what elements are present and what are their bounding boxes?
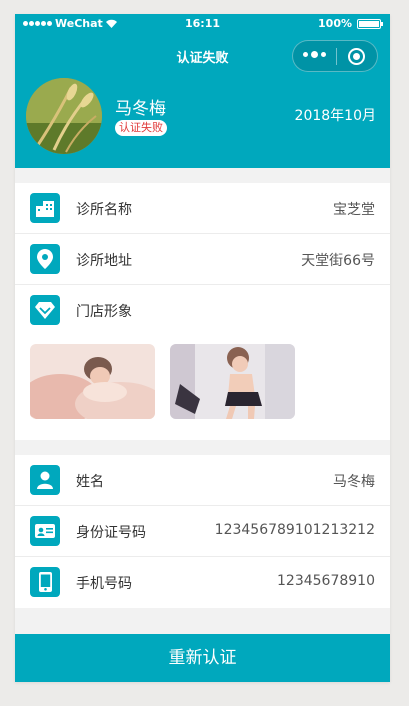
battery-area: 100% (318, 17, 383, 30)
personal-section: 姓名 马冬梅 身份证号码 123456789101213212 手机号码 123… (15, 455, 390, 608)
user-name: 马冬梅 (115, 99, 166, 119)
header: WeChat 16:11 100% 认证失败 马冬梅 认证失败 2018年10月 (15, 14, 390, 168)
store-photos (15, 336, 390, 440)
more-icon[interactable] (303, 51, 326, 58)
user-icon (30, 465, 60, 495)
status-bar: WeChat 16:11 100% (15, 14, 390, 34)
diamond-icon (30, 295, 60, 325)
id-number-value: 123456789101213212 (214, 522, 375, 538)
re-authenticate-button[interactable]: 重新认证 (15, 634, 390, 682)
clinic-address-row: 诊所地址 天堂街66号 (15, 234, 390, 285)
clinic-address-value: 天堂街66号 (301, 253, 375, 269)
avatar (26, 78, 102, 154)
location-pin-icon (30, 244, 60, 274)
person-name-value: 马冬梅 (333, 474, 375, 490)
clinic-name-row: 诊所名称 宝芝堂 (15, 183, 390, 234)
store-photo[interactable] (30, 344, 155, 419)
status-badge: 认证失败 (115, 120, 167, 136)
clinic-section: 诊所名称 宝芝堂 诊所地址 天堂街66号 门店形象 (15, 183, 390, 440)
battery-percent: 100% (318, 17, 352, 30)
phone-icon (30, 567, 60, 597)
close-icon[interactable] (348, 48, 365, 65)
building-icon (30, 193, 60, 223)
phone-row: 手机号码 12345678910 (15, 557, 390, 608)
mini-program-capsule (292, 40, 378, 72)
id-number-label: 身份证号码 (76, 525, 146, 541)
id-number-row: 身份证号码 123456789101213212 (15, 506, 390, 557)
id-card-icon (30, 516, 60, 546)
clinic-name-value: 宝芝堂 (333, 202, 375, 218)
person-name-label: 姓名 (76, 474, 104, 490)
clinic-name-label: 诊所名称 (76, 202, 132, 218)
capsule-divider (336, 48, 337, 65)
store-image-row: 门店形象 (15, 285, 390, 336)
battery-icon (357, 18, 383, 29)
store-photo[interactable] (170, 344, 295, 419)
phone-value: 12345678910 (277, 573, 375, 589)
person-name-row: 姓名 马冬梅 (15, 455, 390, 506)
phone-screen: WeChat 16:11 100% 认证失败 马冬梅 认证失败 2018年10月… (15, 14, 390, 682)
store-image-label: 门店形象 (76, 304, 132, 320)
phone-label: 手机号码 (76, 576, 132, 592)
clinic-address-label: 诊所地址 (76, 253, 132, 269)
apply-date: 2018年10月 (294, 108, 376, 124)
